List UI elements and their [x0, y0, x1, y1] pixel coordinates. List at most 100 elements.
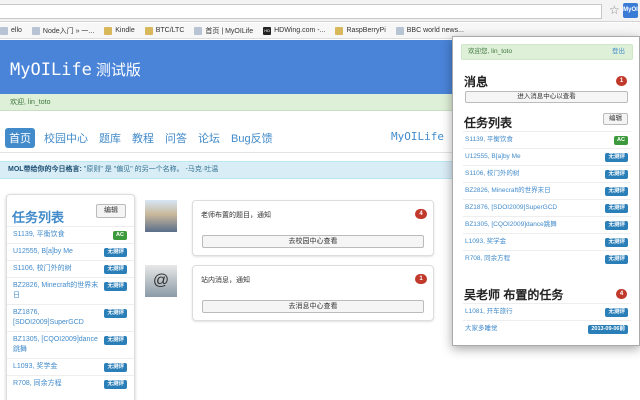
bookmark-item[interactable]: Node入门 » 一...: [31, 26, 95, 36]
task-row[interactable]: S1106, 校门外的树 无测评: [7, 260, 134, 277]
message-text: 老师布置的题目，通知: [201, 212, 271, 219]
task-title[interactable]: S1139, 平衡饮食: [465, 136, 513, 143]
popup-messages-count: 1: [616, 76, 627, 86]
extension-icon[interactable]: MyOI: [623, 3, 638, 18]
task-panel-title: 任务列表: [12, 210, 65, 225]
task-status-badge: 无测评: [605, 308, 628, 317]
bookmark-label: BBC world news...: [406, 27, 464, 34]
task-title[interactable]: S1106, 校门外的树: [465, 170, 519, 177]
bookmark-star-icon[interactable]: ☆: [609, 4, 621, 17]
folder-icon: [335, 26, 344, 35]
task-title[interactable]: R708, 同余方程: [465, 255, 510, 262]
task-title[interactable]: BZ2826, Minecraft的世界末日: [465, 187, 551, 194]
nav-item[interactable]: Bug反馈: [231, 128, 273, 148]
task-row[interactable]: S1106, 校门外的树 无测评: [463, 165, 631, 182]
site-title[interactable]: MyOILife 测试版: [10, 59, 141, 80]
task-status-badge: 无测评: [605, 170, 628, 179]
task-title[interactable]: BZ1876, [SDOI2009]SuperGCD: [465, 204, 557, 211]
logout-link[interactable]: 登出: [612, 45, 625, 59]
bookmark-item[interactable]: Kindle: [104, 26, 135, 35]
campus-center-button[interactable]: 去校园中心查看: [202, 235, 424, 248]
bookmark-label: Node入门 » 一...: [42, 27, 95, 35]
bookmark-label: ello: [11, 27, 22, 34]
task-status-badge: 无测评: [104, 336, 127, 345]
bookmark-item[interactable]: HD HDWing.com -...: [263, 26, 325, 35]
nav-item[interactable]: 问答: [165, 128, 187, 148]
task-status-badge: AC: [614, 136, 628, 145]
extension-popup: 欢迎您, lin_toto 登出 消息 1 进入消息中心以查看 任务列表 编辑 …: [452, 36, 640, 346]
task-status-badge: 无测评: [104, 282, 127, 291]
task-title[interactable]: U12555, B[a]by Me: [465, 153, 521, 160]
page-icon: [194, 26, 203, 35]
popup-tasks-title: 任务列表: [464, 116, 513, 130]
hd-icon: HD: [263, 26, 272, 35]
site-title-text: MyOILife: [10, 60, 92, 80]
folder-icon: [144, 26, 153, 35]
popup-teacher-count: 4: [616, 289, 627, 299]
task-row[interactable]: S1139, 平衡饮食 AC: [463, 131, 631, 148]
task-status-badge: 无测评: [605, 238, 628, 247]
nav-item[interactable]: 题库: [99, 128, 121, 148]
task-status-badge: 无测评: [104, 309, 127, 318]
task-status-badge: 无测评: [104, 248, 127, 257]
task-status-badge: AC: [113, 231, 127, 240]
popup-tasks-edit-button[interactable]: 编辑: [603, 113, 628, 125]
page-icon: [395, 26, 404, 35]
task-title[interactable]: 大家多睡觉: [465, 325, 498, 332]
task-status-badge: 无测评: [605, 221, 628, 230]
address-bar[interactable]: [0, 4, 602, 19]
teacher-message-card: 老师布置的题目，通知 4 去校园中心查看: [192, 200, 434, 256]
popup-messages-title: 消息: [464, 75, 489, 89]
task-row[interactable]: L1081, 开车旅行 无测评: [463, 303, 631, 320]
task-list: S1139, 平衡饮食 AC U12555, B[a]by Me 无测评 S1106, …: [7, 226, 134, 392]
task-row[interactable]: BZ1876, [SDOI2009]SuperGCD 无测评: [7, 304, 134, 331]
browser-toolbar: ☆ MyOI: [0, 0, 640, 22]
bookmark-item[interactable]: ello: [0, 26, 22, 35]
nav-item[interactable]: 校园中心: [44, 128, 88, 148]
task-title[interactable]: S1139, 平衡饮食: [13, 230, 128, 240]
quote-text: "原则" 是 "偏见" 的另一个名称。 -马克·吐温: [83, 166, 219, 173]
task-row[interactable]: L1093, 奖学金 无测评: [7, 358, 134, 375]
task-row[interactable]: BZ2826, Minecraft的世界末日 无测评: [7, 277, 134, 304]
task-row[interactable]: BZ1305, [CQOI2009]dance跳舞 无测评: [7, 331, 134, 358]
quote-prefix: MOL带给你的今日格言:: [8, 166, 82, 173]
message-count-badge: 1: [415, 274, 427, 284]
task-row[interactable]: U12555, B[a]by Me 无测评: [463, 148, 631, 165]
task-row[interactable]: 大家多睡觉 2013-09-06前: [463, 320, 631, 337]
task-edit-button[interactable]: 编辑: [96, 204, 126, 218]
nav-brand[interactable]: MyOILife: [391, 130, 444, 143]
task-row[interactable]: S1139, 平衡饮食 AC: [7, 226, 134, 243]
bookmark-label: 首页 | MyOILife: [205, 27, 254, 35]
message-center-button[interactable]: 去消息中心查看: [202, 300, 424, 313]
popup-welcome-text: 欢迎您, lin_toto: [468, 48, 513, 55]
task-title[interactable]: L1093, 奖学金: [465, 238, 506, 245]
main-nav: 首页 校园中心 题库 教程 问答 论坛 Bug反馈: [5, 128, 284, 148]
message-text: 站内消息，通知: [201, 277, 250, 284]
site-subtitle: 测试版: [95, 61, 141, 79]
nav-item[interactable]: 教程: [132, 128, 154, 148]
bookmark-item[interactable]: RaspBerryPi: [335, 26, 386, 35]
popup-message-center-button[interactable]: 进入消息中心以查看: [465, 91, 628, 103]
task-panel: 任务列表 编辑 S1139, 平衡饮食 AC U12555, B[a]by Me 无测…: [6, 194, 135, 400]
bookmark-item[interactable]: BTC/LTC: [144, 26, 184, 35]
task-row[interactable]: BZ1305, [CQOI2009]dance跳舞 无测评: [463, 216, 631, 233]
task-row[interactable]: L1093, 奖学金 无测评: [463, 233, 631, 250]
task-row[interactable]: BZ1876, [SDOI2009]SuperGCD 无测评: [463, 199, 631, 216]
page-icon: [0, 26, 8, 35]
bookmark-item[interactable]: BBC world news...: [395, 26, 464, 35]
task-row[interactable]: BZ2826, Minecraft的世界末日 无测评: [463, 182, 631, 199]
daily-quote: MOL带给你的今日格言: "原则" 是 "偏见" 的另一个名称。 -马克·吐温: [0, 161, 452, 179]
task-row[interactable]: R708, 同余方程 无测评: [463, 250, 631, 267]
task-row[interactable]: R708, 同余方程 无测评: [7, 375, 134, 392]
task-row[interactable]: U12555, B[a]by Me 无测评: [7, 243, 134, 260]
task-status-badge: 无测评: [605, 204, 628, 213]
at-sign-avatar: @: [145, 265, 177, 297]
task-title[interactable]: BZ1305, [CQOI2009]dance跳舞: [465, 221, 557, 228]
bookmark-item[interactable]: 首页 | MyOILife: [194, 26, 253, 36]
task-status-badge: 无测评: [605, 255, 628, 264]
popup-task-list: S1139, 平衡饮食 AC U12555, B[a]by Me 无测评 S1106, …: [463, 131, 631, 267]
nav-item[interactable]: 论坛: [198, 128, 220, 148]
task-title[interactable]: L1081, 开车旅行: [465, 308, 513, 315]
task-status-badge: 无测评: [605, 153, 628, 162]
nav-item[interactable]: 首页: [5, 128, 35, 148]
